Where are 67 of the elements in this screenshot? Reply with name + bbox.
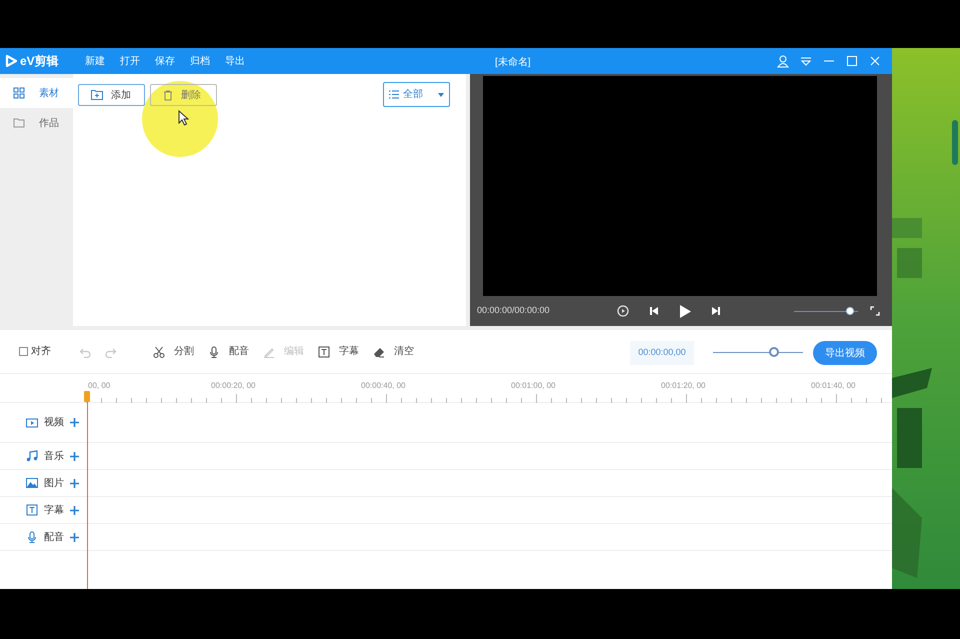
menu-item[interactable]: 归档: [190, 54, 210, 68]
align-label: 对齐: [31, 344, 51, 359]
previous-icon[interactable]: [649, 306, 659, 316]
ruler-label: 00:01:40, 00: [811, 380, 856, 392]
folder-icon: [13, 117, 25, 129]
cursor-icon: [178, 110, 189, 126]
time-field[interactable]: 00:00:00,00: [630, 341, 694, 365]
slider-thumb[interactable]: [846, 307, 854, 316]
grid-icon: [13, 87, 25, 99]
text-box-icon: [318, 346, 330, 358]
microphone-icon: [26, 531, 38, 543]
add-track-button[interactable]: [70, 532, 79, 542]
ruler-label: 00, 00: [88, 380, 110, 392]
microphone-icon: [208, 346, 220, 358]
playhead[interactable]: [84, 391, 90, 589]
menu-item[interactable]: 保存: [155, 54, 175, 68]
replay-icon[interactable]: [617, 305, 629, 318]
add-button[interactable]: 添加: [78, 84, 145, 106]
app-logo: eV剪辑: [20, 53, 59, 70]
track-label: 图片: [44, 476, 64, 490]
ruler-label: 00:00:20, 00: [211, 380, 256, 392]
sidebar-tab[interactable]: 素材: [0, 78, 73, 108]
tool-button[interactable]: 清空: [373, 344, 414, 359]
add-track-button[interactable]: [70, 478, 79, 488]
ruler-label: 00:01:00, 00: [511, 380, 556, 392]
track-label: 字幕: [44, 504, 64, 518]
eraser-icon: [373, 346, 385, 358]
image-icon: [26, 477, 38, 489]
maximize-icon[interactable]: [845, 54, 859, 68]
add-folder-icon: [91, 90, 103, 100]
ruler-label: 00:00:40, 00: [361, 380, 406, 392]
track-label: 音乐: [44, 450, 64, 464]
tool-button[interactable]: 配音: [208, 344, 249, 359]
user-icon[interactable]: [776, 54, 790, 68]
scissors-icon: [153, 346, 165, 358]
text-box-icon: [26, 504, 38, 516]
checkbox[interactable]: [19, 347, 28, 356]
track-label: 配音: [44, 530, 64, 544]
menu-item[interactable]: 新建: [85, 54, 105, 68]
video-icon: [26, 416, 38, 428]
trash-icon: [163, 90, 173, 100]
ruler-label: 00:01:20, 00: [661, 380, 706, 392]
add-track-button[interactable]: [70, 418, 79, 427]
play-icon[interactable]: [679, 304, 691, 318]
sidebar-tab[interactable]: 作品: [0, 108, 73, 138]
filter-dropdown[interactable]: 全部: [383, 82, 450, 107]
tool-button[interactable]: 字幕: [318, 344, 359, 359]
caret-icon: [438, 92, 444, 96]
add-track-button[interactable]: [70, 506, 79, 514]
track-label: 视频: [44, 416, 64, 430]
playback-time: 00:00:00/00:00:00: [477, 304, 551, 318]
menu-item[interactable]: 导出: [225, 54, 245, 68]
pencil-icon: [263, 346, 275, 358]
zoom-slider[interactable]: [713, 347, 803, 357]
slider-thumb[interactable]: [769, 347, 780, 357]
tool-button[interactable]: 分割: [153, 344, 194, 359]
add-track-button[interactable]: [70, 452, 79, 460]
fullscreen-icon[interactable]: [870, 306, 880, 316]
volume-slider[interactable]: [794, 306, 858, 316]
export-video-button[interactable]: 导出视频: [813, 341, 877, 365]
close-icon[interactable]: [868, 54, 882, 68]
play-logo-icon: [5, 55, 17, 67]
menu-item[interactable]: 打开: [120, 54, 140, 68]
list-icon: [389, 90, 399, 99]
window-title: [未命名]: [495, 56, 531, 70]
next-icon[interactable]: [711, 306, 721, 316]
music-note-icon: [26, 450, 38, 462]
